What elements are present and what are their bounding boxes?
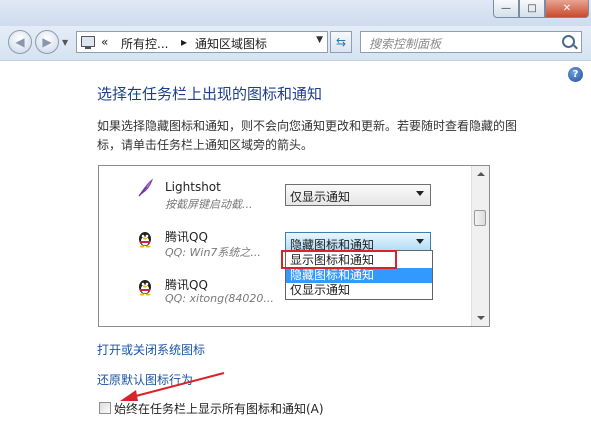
option-hide-icon-and-notifications[interactable]: 隐藏图标和通知 bbox=[286, 268, 432, 283]
close-button[interactable]: ✕ bbox=[545, 0, 589, 18]
highlight-box bbox=[281, 250, 397, 269]
refresh-button[interactable]: ⇆ bbox=[330, 31, 352, 53]
system-icons-link[interactable]: 打开或关闭系统图标 bbox=[97, 341, 205, 358]
option-only-show-notifications[interactable]: 仅显示通知 bbox=[286, 283, 432, 298]
breadcrumb-overflow[interactable]: « bbox=[101, 35, 108, 49]
scroll-thumb[interactable] bbox=[474, 210, 486, 226]
main-content: ? 选择在任务栏上出现的图标和通知 如果选择隐藏图标和通知，则不会向您通知更改和… bbox=[0, 60, 591, 424]
qq-penguin-icon bbox=[139, 280, 151, 296]
breadcrumb-all-control-panel[interactable]: 所有控... bbox=[121, 35, 168, 52]
forward-arrow-icon: ▶ bbox=[42, 35, 52, 49]
behavior-select[interactable]: 仅显示通知 bbox=[285, 184, 431, 206]
refresh-icon: ⇆ bbox=[335, 35, 347, 49]
window-controls: — □ ✕ bbox=[493, 0, 589, 18]
address-history-icon[interactable]: ▼ bbox=[316, 35, 323, 45]
recent-pages-dropdown[interactable]: ▼ bbox=[62, 38, 68, 47]
search-input[interactable]: 搜索控制面板 bbox=[369, 35, 441, 52]
address-bar[interactable]: « 所有控... ▸ 通知区域图标 ▼ bbox=[76, 31, 328, 53]
feather-icon bbox=[138, 178, 154, 197]
qq-penguin-icon bbox=[139, 232, 151, 248]
app-subtitle: 按截屏键启动截... bbox=[165, 198, 253, 211]
notification-icon-list[interactable]: Lightshot 按截屏键启动截... 仅显示通知 腾讯QQ QQ: Win7… bbox=[98, 165, 490, 327]
search-box[interactable]: 搜索控制面板 bbox=[360, 31, 582, 53]
app-name: 腾讯QQ bbox=[165, 230, 208, 244]
app-subtitle: QQ: Win7系统之... bbox=[165, 246, 261, 259]
always-show-label[interactable]: 始终在任务栏上显示所有图标和通知(A) bbox=[114, 400, 324, 417]
back-button[interactable]: ◀ bbox=[8, 30, 32, 54]
help-icon[interactable]: ? bbox=[568, 67, 583, 82]
control-panel-icon bbox=[81, 36, 95, 49]
back-arrow-icon: ◀ bbox=[15, 35, 25, 49]
minimize-button[interactable]: — bbox=[493, 0, 519, 18]
chevron-down-icon bbox=[416, 239, 424, 244]
list-scrollbar[interactable] bbox=[471, 166, 489, 326]
title-bar: — □ ✕ bbox=[0, 0, 591, 26]
scroll-down-icon[interactable] bbox=[477, 316, 485, 320]
navigation-bar: ◀ ▶ ▼ « 所有控... ▸ 通知区域图标 ▼ ⇆ 搜索控制面板 bbox=[0, 26, 591, 60]
app-name: Lightshot bbox=[165, 180, 221, 194]
always-show-checkbox[interactable] bbox=[99, 402, 111, 414]
breadcrumb-notification-icons[interactable]: 通知区域图标 bbox=[195, 35, 267, 52]
page-title: 选择在任务栏上出现的图标和通知 bbox=[97, 85, 323, 103]
search-icon[interactable] bbox=[562, 35, 575, 48]
scroll-up-icon[interactable] bbox=[477, 172, 485, 176]
app-subtitle: QQ: xitong(84020... bbox=[165, 292, 274, 305]
app-name: 腾讯QQ bbox=[165, 278, 208, 292]
chevron-down-icon bbox=[416, 191, 424, 196]
breadcrumb-separator[interactable]: ▸ bbox=[181, 35, 187, 49]
forward-button[interactable]: ▶ bbox=[35, 30, 59, 54]
maximize-button[interactable]: □ bbox=[519, 0, 545, 18]
page-description: 如果选择隐藏图标和通知，则不会向您通知更改和更新。若要随时查看隐藏的图标，请单击… bbox=[97, 119, 518, 152]
behavior-select-value: 仅显示通知 bbox=[290, 190, 351, 204]
list-item[interactable]: Lightshot 按截屏键启动截... 仅显示通知 bbox=[99, 174, 473, 224]
